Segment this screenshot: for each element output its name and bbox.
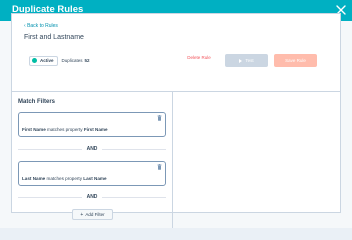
panel-divider	[172, 92, 173, 228]
test-button-label: Test	[245, 57, 254, 63]
back-to-rules-link[interactable]: ‹ Back to Rules	[24, 23, 58, 29]
and-separator: AND	[18, 146, 166, 153]
delete-rule-button[interactable]: Delete Rule	[180, 55, 218, 61]
and-line-right	[102, 197, 166, 198]
section-divider	[12, 91, 340, 92]
active-status-label: Active	[40, 57, 54, 63]
trash-icon	[157, 164, 162, 170]
trash-icon	[157, 115, 162, 121]
filter-card[interactable]: Last Name matches property Last Name	[18, 161, 166, 186]
add-filter-button[interactable]: + Add Filter	[72, 209, 113, 220]
filter-description: Last Name matches property Last Name	[22, 176, 107, 182]
duplicates-label: Duplicates	[61, 57, 83, 63]
filter-connector: matches property	[47, 127, 83, 132]
filter-connector: matches property	[46, 176, 83, 181]
filter-field: First Name	[22, 127, 46, 132]
active-status-icon	[32, 58, 37, 63]
rule-name[interactable]: First and Lastname	[24, 33, 84, 42]
filter-description: First Name matches property First Name	[22, 127, 108, 133]
save-button-label: Save Rule	[285, 57, 306, 63]
test-button[interactable]: Test	[225, 54, 268, 67]
delete-filter-button[interactable]	[157, 164, 162, 170]
active-status-toggle[interactable]: Active	[29, 55, 58, 66]
add-filter-label: Add Filter	[85, 211, 105, 217]
and-line-right	[102, 149, 166, 150]
filter-card[interactable]: First Name matches property First Name	[18, 112, 166, 137]
filter-property: Last Name	[83, 176, 107, 181]
status-row: Active Duplicates 52	[29, 55, 90, 66]
save-rule-button[interactable]: Save Rule	[274, 54, 317, 67]
delete-filter-button[interactable]	[157, 115, 162, 121]
duplicates-count: 52	[84, 57, 90, 63]
back-link-label: Back to Rules	[27, 23, 58, 29]
and-separator: AND	[18, 194, 166, 201]
play-icon	[239, 58, 243, 63]
filter-property: First Name	[83, 127, 108, 132]
filter-field: Last Name	[22, 176, 46, 181]
match-filters-heading: Match Filters	[18, 99, 56, 105]
plus-icon: +	[80, 211, 84, 218]
